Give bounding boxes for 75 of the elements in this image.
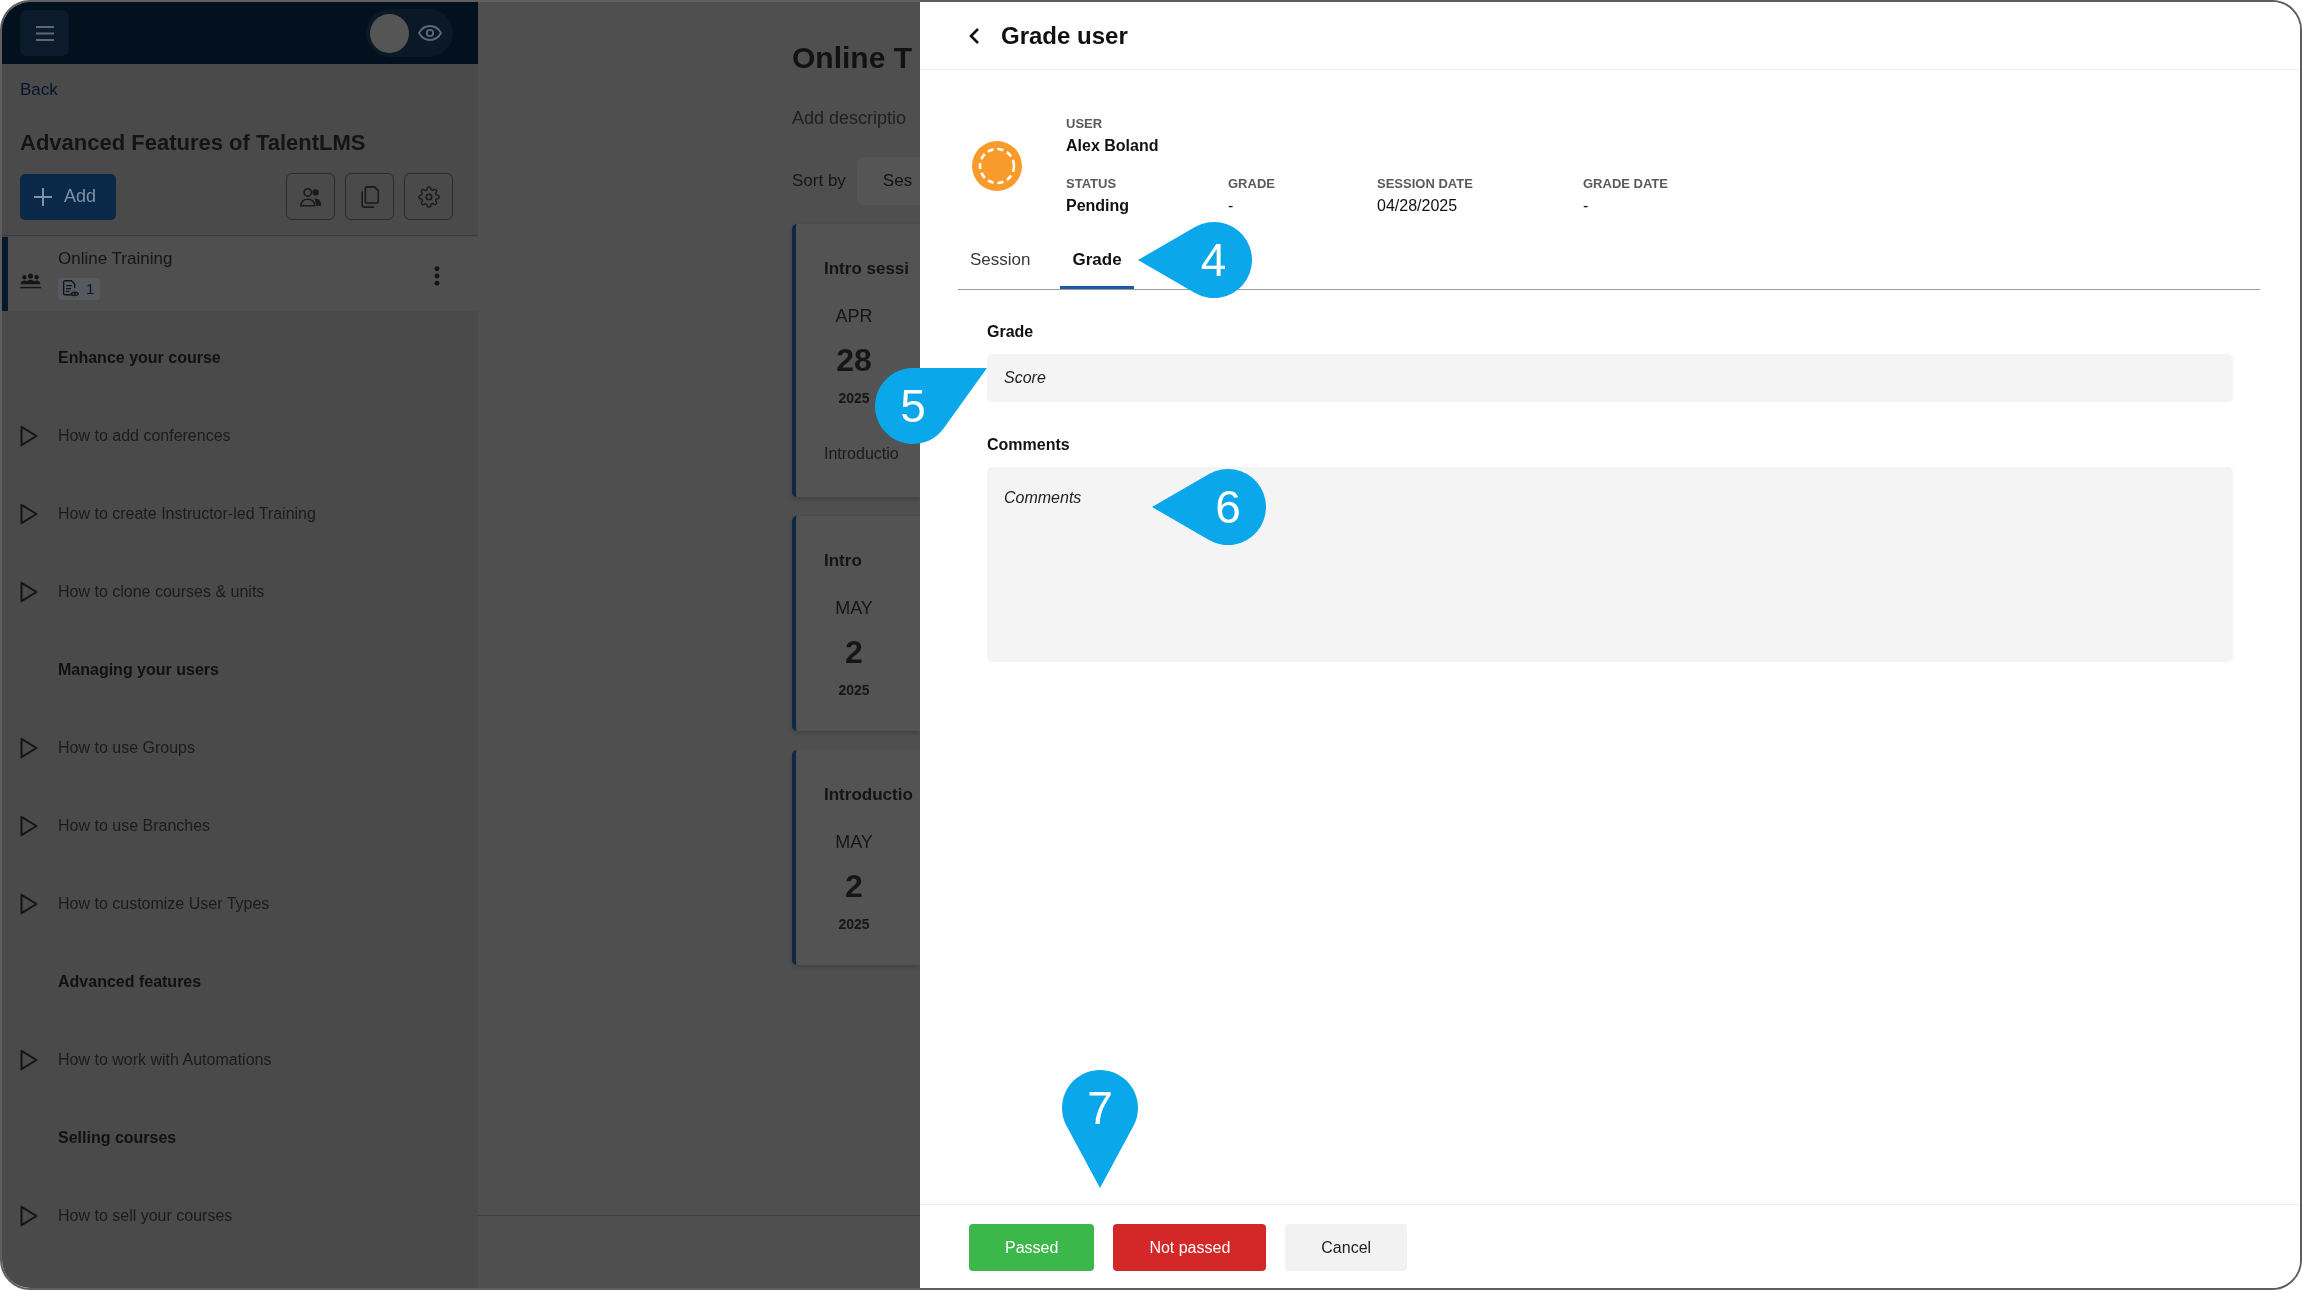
action-button[interactable]: Cancel [1285,1224,1408,1271]
step-callout: 4 [1137,222,1252,298]
menu-icon [35,25,54,41]
sort-label: Sort by [792,171,846,191]
play-icon [20,737,38,759]
info-value: 04/28/2025 [1377,196,1458,216]
play-icon [20,893,38,915]
settings-button[interactable] [404,173,453,220]
date-month: APR [835,305,873,327]
play-icon [20,425,38,447]
session-card[interactable]: Intro MAY 2 2025 [792,516,920,731]
sort-select[interactable]: Ses [856,157,920,205]
play-icon [20,815,38,837]
section-heading: Enhance your course [58,349,221,367]
step-callout: 6 [1152,469,1266,545]
date-day: 2 [845,867,863,905]
copy-icon [358,185,381,208]
user-label: USER [1066,116,1103,132]
group-icon [20,273,41,289]
plus-icon [34,187,52,206]
date-year: 2025 [838,389,870,407]
action-button[interactable]: Not passed [1113,1224,1267,1271]
menu-button[interactable] [20,10,69,56]
date-day: 2 [845,633,863,671]
info-value: Pending [1066,196,1130,216]
tab[interactable]: Session [958,245,1043,289]
date-year: 2025 [838,681,870,699]
user-name: Alex Boland [1066,136,1159,156]
document-eye-icon [62,279,80,298]
date-year: 2025 [838,915,870,933]
step-callout: 7 [1062,1070,1138,1188]
date-month: MAY [835,597,873,619]
field-label: Grade [987,323,1034,341]
info-label: GRADE [1228,176,1275,192]
section-heading: Advanced features [58,973,202,991]
users-icon [299,185,322,208]
info-label: STATUS [1066,176,1117,192]
action-button[interactable]: Passed [969,1224,1095,1271]
tab[interactable]: Grade [1060,245,1134,289]
info-label: SESSION DATE [1377,176,1473,192]
eye-icon [418,25,442,41]
session-card[interactable]: Introductio MAY 2 2025 [792,750,920,965]
play-icon [20,1205,38,1227]
training-item[interactable]: Online Training 1 [2,237,478,311]
toggle-knob [370,13,409,53]
date-day: 28 [836,341,872,379]
session-title: Introductio [824,784,913,806]
session-title: Intro sessi [824,258,910,280]
play-icon [20,581,38,603]
session-title: Intro [824,550,862,572]
field-label: Comments [987,436,1070,454]
info-value: - [1228,196,1234,216]
play-icon [20,1049,38,1071]
users-button[interactable] [286,173,335,220]
play-icon [20,503,38,525]
page-title: Online T [792,40,913,76]
more-icon[interactable] [434,266,440,286]
settings-icon [417,185,440,208]
date-month: MAY [835,831,873,853]
session-description: Introductio [824,444,899,464]
panel-title: Grade user [1001,21,1128,50]
chevron-left-icon[interactable] [968,26,980,45]
info-label: GRADE DATE [1583,176,1668,192]
badge-count: 1 [86,280,95,297]
step-callout: 5 [875,368,987,444]
info-value: - [1583,196,1589,216]
back-link[interactable]: Back [20,80,58,100]
unit-title: Online Training [58,248,173,269]
dashed-ring-icon [972,141,1022,191]
add-button[interactable]: Add [20,173,117,220]
section-heading: Selling courses [58,1129,177,1147]
section-heading: Managing your users [58,661,219,679]
score-field[interactable]: Score [987,354,2233,402]
preview-toggle[interactable] [366,9,453,57]
copy-button[interactable] [345,173,394,220]
